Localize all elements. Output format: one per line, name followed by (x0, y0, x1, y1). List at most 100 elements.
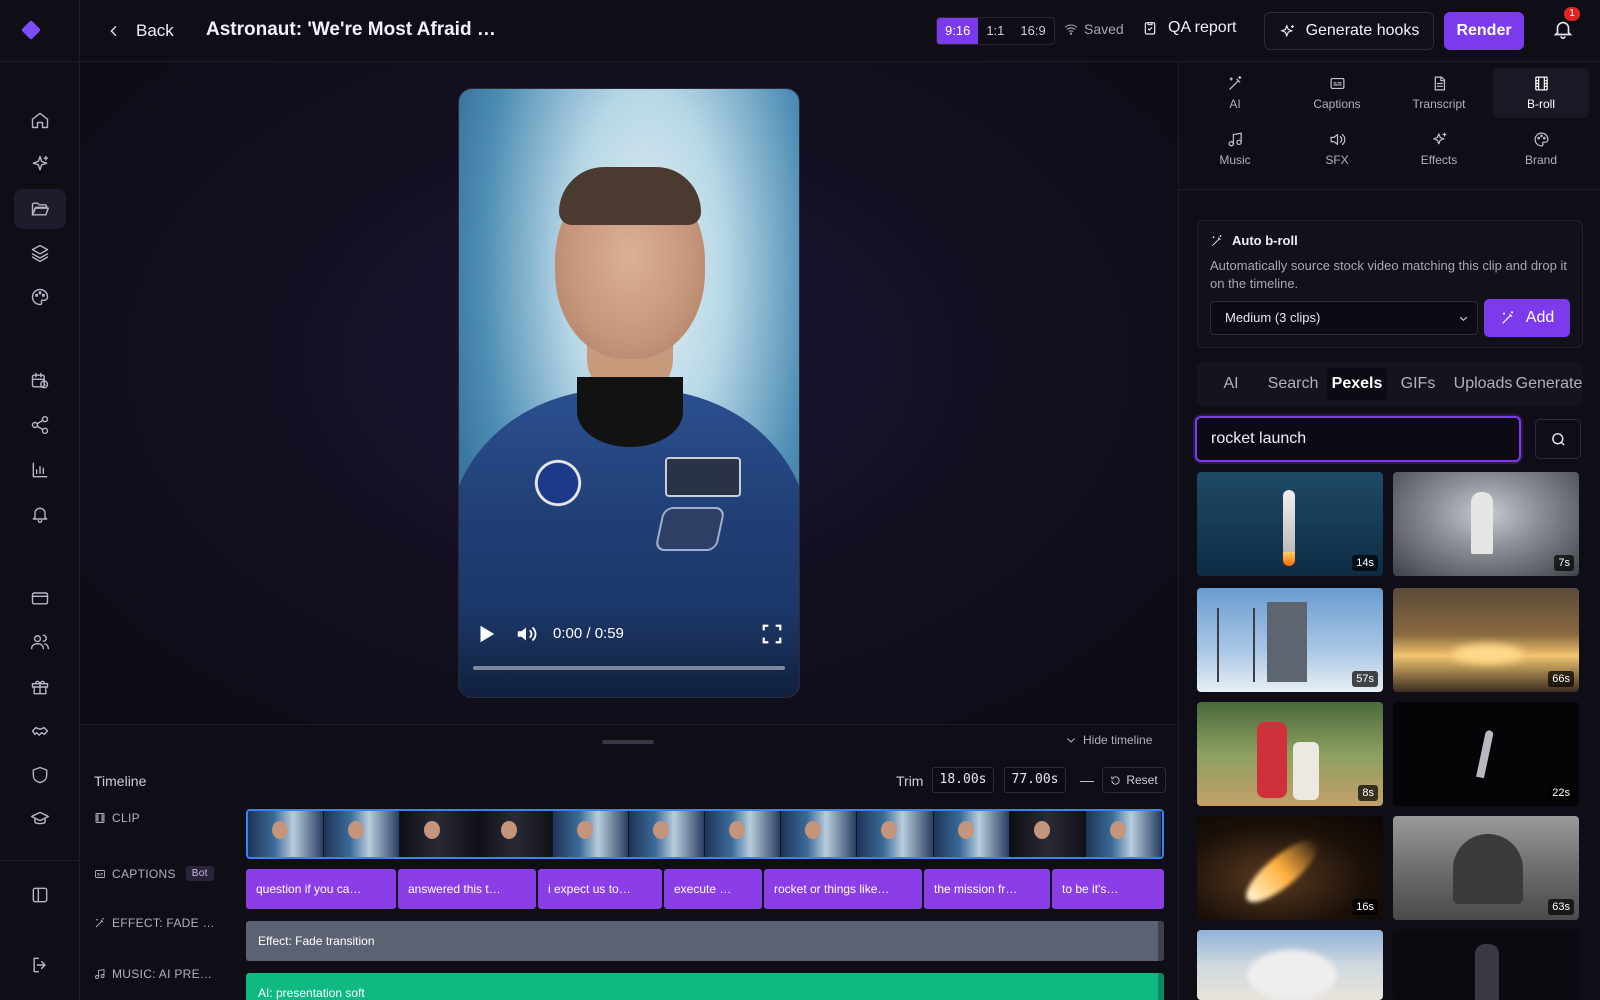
clip-count-value: Medium (3 clips) (1225, 310, 1321, 325)
b-roll-result[interactable]: 16s (1197, 816, 1383, 920)
caption-segment[interactable]: question if you ca… (246, 869, 396, 909)
tab-transcript[interactable]: Transcript (1391, 68, 1487, 118)
clip-frame (933, 811, 1010, 857)
rail-layers[interactable] (14, 233, 66, 273)
rail-billing[interactable] (14, 578, 66, 618)
panel-tabs: AI Captions Transcript B-roll Music SFX … (1179, 62, 1600, 190)
ratio-16-9[interactable]: 16:9 (1012, 18, 1053, 44)
b-roll-result[interactable]: 57s (1197, 588, 1383, 692)
trim-end-input[interactable]: 77.00s (1004, 767, 1066, 793)
rail-logout[interactable] (14, 945, 66, 985)
trim-separator: — (1080, 772, 1094, 788)
rail-rewards[interactable] (14, 667, 66, 707)
sparkles-icon (1432, 132, 1446, 145)
caption-segment[interactable]: the mission fr… (924, 869, 1050, 909)
b-roll-result[interactable]: 7s (1393, 472, 1579, 576)
video-preview[interactable]: 0:00 / 0:59 (458, 88, 800, 698)
search-button[interactable] (1535, 419, 1581, 459)
captions-bot-badge: Bot (185, 866, 214, 881)
magic-wand-icon (1228, 75, 1241, 90)
clip-frame (248, 811, 325, 857)
rail-share[interactable] (14, 405, 66, 445)
tab-music[interactable]: Music (1187, 124, 1283, 174)
ratio-9-16[interactable]: 9:16 (937, 18, 979, 44)
tab-sfx[interactable]: SFX (1289, 124, 1385, 174)
rail-security[interactable] (14, 755, 66, 795)
source-tab-uploads[interactable]: Uploads (1451, 368, 1515, 400)
wings-badge-icon (665, 457, 741, 497)
source-tab-gifs[interactable]: GIFs (1395, 368, 1441, 400)
volume-button[interactable] (515, 623, 537, 645)
music-segment[interactable]: AI: presentation soft (246, 973, 1164, 1000)
qa-report-button[interactable]: QA report (1142, 19, 1236, 37)
graduation-cap-icon (30, 811, 50, 825)
source-tab-pexels[interactable]: Pexels (1327, 368, 1387, 400)
b-roll-result[interactable] (1197, 930, 1383, 1000)
effect-segment[interactable]: Effect: Fade transition (246, 921, 1164, 961)
tab-effects[interactable]: Effects (1391, 124, 1487, 174)
tab-ai[interactable]: AI (1187, 68, 1283, 118)
b-roll-search-input[interactable]: rocket launch (1195, 416, 1521, 462)
rail-ai[interactable] (14, 144, 66, 184)
playback-progress-bar[interactable] (473, 666, 785, 670)
clip-frame (1085, 811, 1162, 857)
rail-projects[interactable] (14, 189, 66, 229)
source-tab-search[interactable]: Search (1261, 368, 1325, 400)
music-lane-text: MUSIC: AI PRE… (112, 967, 213, 981)
rail-notifications[interactable] (14, 494, 66, 534)
preview-stage: 0:00 / 0:59 (80, 62, 1178, 724)
clip-duration: 66s (1548, 671, 1574, 687)
source-tab-ai[interactable]: AI (1211, 368, 1251, 400)
caption-segment[interactable]: execute … (664, 869, 762, 909)
notifications-button[interactable]: 1 (1552, 7, 1580, 42)
caption-segment[interactable]: answered this t… (398, 869, 536, 909)
b-roll-result[interactable]: 14s (1197, 472, 1383, 576)
playback-time: 0:00 / 0:59 (553, 625, 624, 642)
render-button[interactable]: Render (1444, 12, 1524, 50)
tab-captions[interactable]: Captions (1289, 68, 1385, 118)
caption-segment[interactable]: to be it's… (1052, 869, 1164, 909)
add-label: Add (1525, 309, 1555, 326)
b-roll-result[interactable]: 63s (1393, 816, 1579, 920)
play-button[interactable] (475, 623, 497, 645)
rail-learn[interactable] (14, 799, 66, 839)
rail-schedule[interactable] (14, 361, 66, 401)
rail-analytics[interactable] (14, 450, 66, 490)
ratio-1-1[interactable]: 1:1 (978, 18, 1012, 44)
b-roll-result[interactable]: 22s (1393, 702, 1579, 806)
clipboard-check-icon (1144, 22, 1156, 35)
mission-patch-icon (654, 507, 726, 551)
top-bar: Back Astronaut: 'We're Most Afraid of M…… (80, 0, 1600, 62)
clip-duration: 8s (1358, 785, 1378, 801)
reset-trim-button[interactable]: Reset (1102, 767, 1166, 793)
hide-timeline-button[interactable]: Hide timeline (1065, 733, 1152, 747)
add-b-roll-button[interactable]: Add (1484, 299, 1570, 337)
tab-b-roll[interactable]: B-roll (1493, 68, 1589, 118)
source-tab-generate[interactable]: Generate (1515, 368, 1583, 400)
rail-brand[interactable] (14, 277, 66, 317)
caption-segment[interactable]: rocket or things like… (764, 869, 922, 909)
app-logo[interactable] (21, 20, 41, 40)
caption-segment[interactable]: i expect us to… (538, 869, 662, 909)
rail-partners[interactable] (14, 711, 66, 751)
b-roll-result[interactable]: 66s (1393, 588, 1579, 692)
clip-frame (400, 811, 477, 857)
back-label: Back (136, 21, 174, 40)
auto-b-roll-description: Automatically source stock video matchin… (1210, 258, 1567, 291)
back-button[interactable]: Back (106, 18, 174, 44)
fullscreen-button[interactable] (761, 623, 783, 645)
generate-hooks-button[interactable]: Generate hooks (1264, 12, 1434, 50)
rail-team[interactable] (14, 622, 66, 662)
clip-count-select[interactable]: Medium (3 clips) (1210, 301, 1478, 335)
b-roll-result[interactable] (1393, 930, 1579, 1000)
tab-brand[interactable]: Brand (1493, 124, 1589, 174)
trim-start-input[interactable]: 18.00s (932, 767, 994, 793)
b-roll-result[interactable]: 8s (1197, 702, 1383, 806)
clip-track[interactable] (246, 809, 1164, 859)
tab-label: B-roll (1526, 97, 1555, 111)
rail-collapse[interactable] (14, 875, 66, 915)
resize-handle[interactable] (602, 740, 654, 744)
nasa-patch-icon (531, 459, 585, 507)
right-panel: AI Captions Transcript B-roll Music SFX … (1178, 62, 1600, 1000)
rail-home[interactable] (14, 100, 66, 140)
